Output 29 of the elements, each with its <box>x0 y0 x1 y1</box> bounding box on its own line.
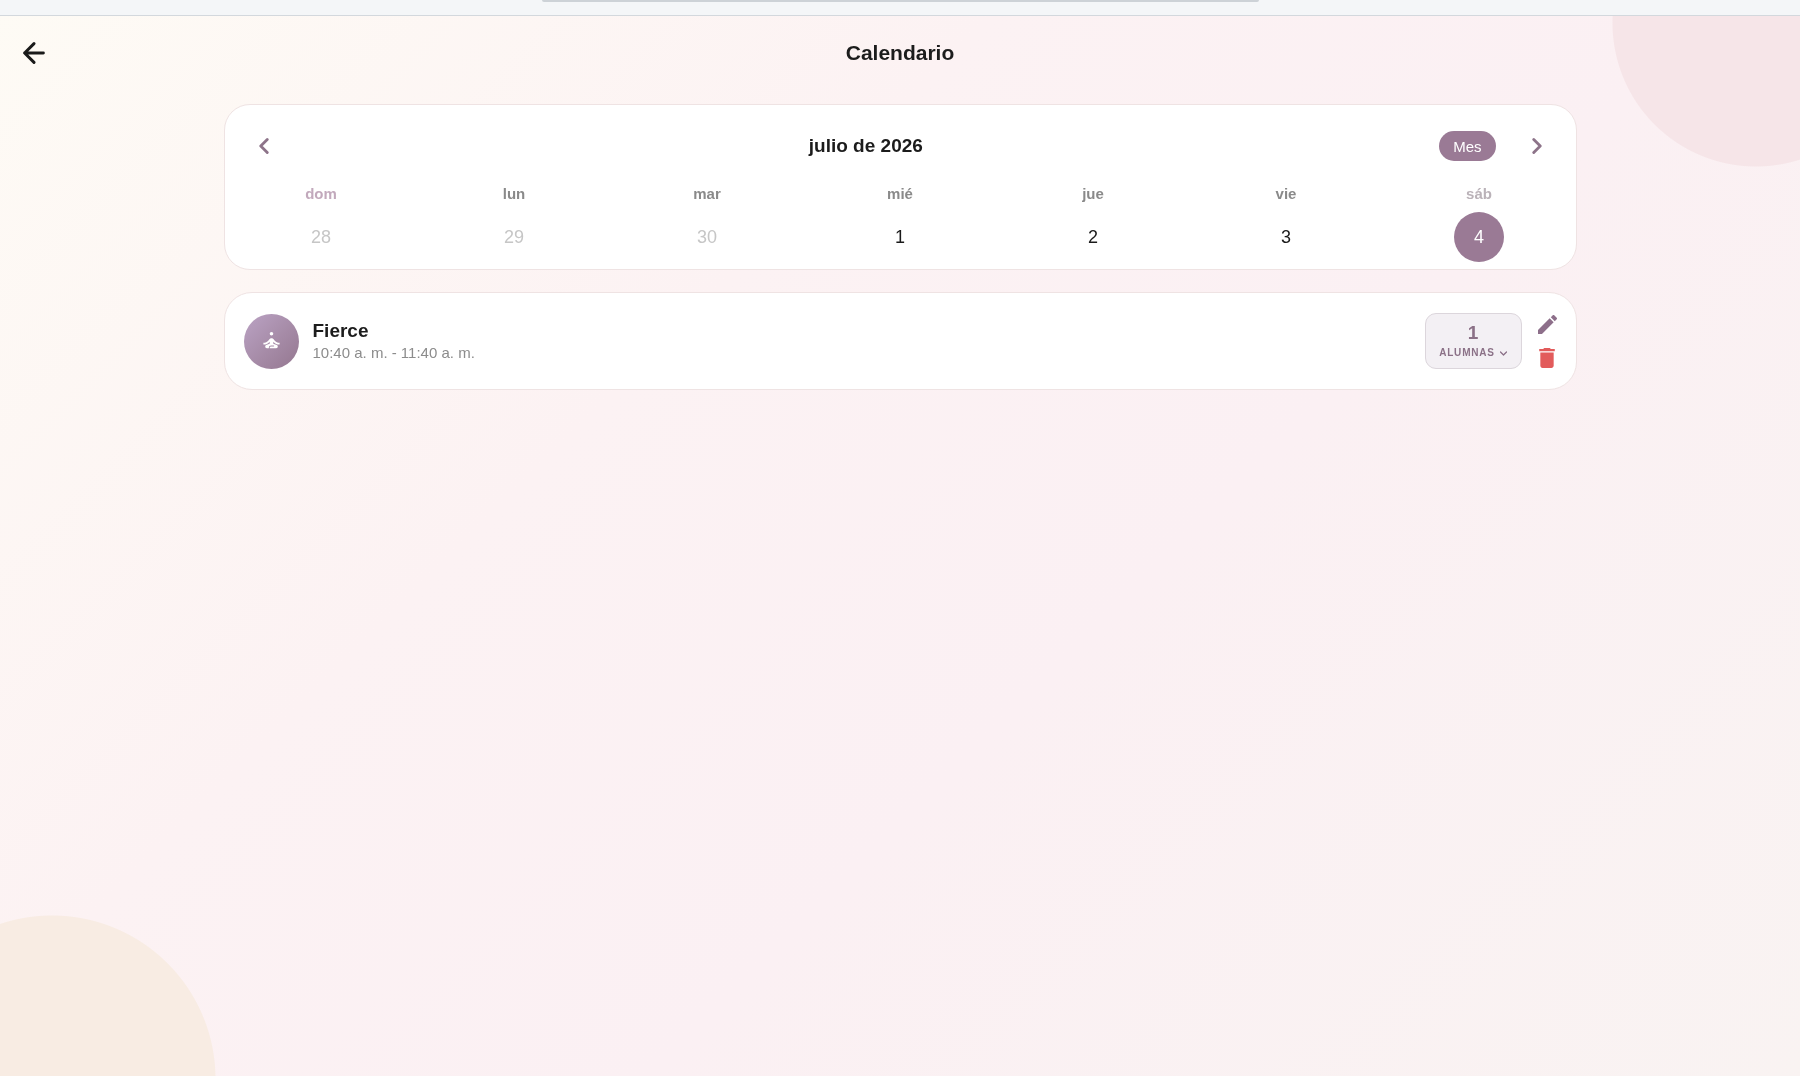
session-title: Fierce <box>312 319 369 342</box>
weekday-label: sáb <box>1466 184 1492 204</box>
weekday-label: mar <box>693 184 721 204</box>
session-time: 10:40 a. m. - 11:40 a. m. <box>312 343 475 363</box>
back-button[interactable] <box>23 42 45 64</box>
month-title: julio de 2026 <box>808 135 923 157</box>
page-title: Calendario <box>845 41 955 65</box>
weekday-label: lun <box>502 184 526 204</box>
pencil-icon <box>1537 314 1557 334</box>
attendees-button[interactable]: 1 ALUMNAS <box>1424 313 1522 369</box>
delete-button[interactable] <box>1539 347 1555 368</box>
chevron-right-icon <box>1531 138 1542 154</box>
day-button[interactable]: 2 <box>1068 212 1118 262</box>
edit-button[interactable] <box>1537 314 1557 334</box>
chevron-left-icon <box>258 138 269 154</box>
day-button[interactable]: 1 <box>875 212 925 262</box>
weekday-label: jue <box>1082 184 1104 204</box>
day-button[interactable]: 3 <box>1261 212 1311 262</box>
weekday-label: mié <box>887 184 913 204</box>
trash-icon <box>1539 347 1555 368</box>
meditation-icon <box>243 313 299 369</box>
view-toggle-button[interactable]: Mes <box>1439 131 1496 161</box>
weekday-label: dom <box>305 184 337 204</box>
day-button[interactable]: 4 <box>1454 212 1504 262</box>
back-arrow-icon <box>23 42 45 64</box>
chevron-down-icon <box>1499 350 1507 356</box>
weekday-label: vie <box>1275 184 1297 204</box>
previous-month-button[interactable] <box>258 138 269 154</box>
next-month-button[interactable] <box>1531 138 1542 154</box>
